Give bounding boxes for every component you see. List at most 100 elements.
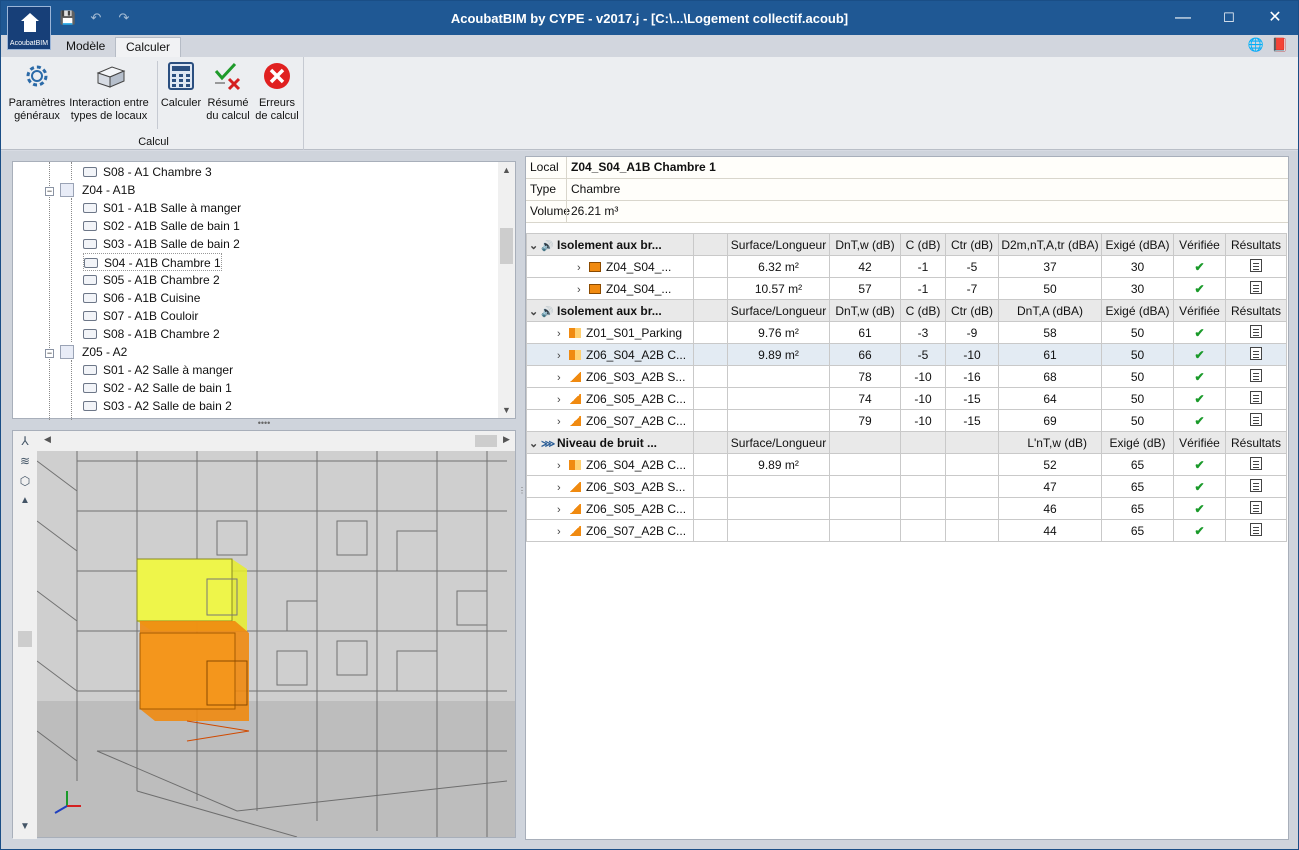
- 3d-building-view[interactable]: [36, 451, 515, 838]
- axes-icon[interactable]: ⅄: [13, 431, 37, 451]
- results-icon[interactable]: [1250, 500, 1262, 514]
- results-icon[interactable]: [1250, 368, 1262, 382]
- table-row[interactable]: › Z06_S07_A2B C... 44 65 ✔: [526, 519, 1287, 542]
- chevron-down-icon[interactable]: ⌄: [529, 239, 541, 252]
- row-name[interactable]: › Z06_S05_A2B C...: [526, 387, 694, 410]
- interaction-types-button[interactable]: Interaction entre types de locaux: [67, 61, 151, 123]
- table-row-highlighted[interactable]: › Z06_S04_A2B C... 9.89 m² 66 -5 -10 61 5…: [526, 343, 1287, 366]
- results-cell[interactable]: [1225, 409, 1287, 432]
- results-icon[interactable]: [1250, 280, 1262, 294]
- erreurs-calcul-button[interactable]: Erreurs de calcul: [253, 61, 301, 123]
- results-cell[interactable]: [1225, 343, 1287, 366]
- tree-item[interactable]: S06 - A1B Cuisine: [83, 289, 200, 307]
- cube-icon[interactable]: ⬡: [13, 471, 37, 491]
- results-cell[interactable]: [1225, 321, 1287, 344]
- chevron-right-icon[interactable]: ›: [557, 460, 569, 472]
- minimize-button[interactable]: —: [1160, 1, 1206, 35]
- chevron-right-icon[interactable]: ›: [577, 262, 589, 274]
- view-scrollbar-thumb[interactable]: [18, 631, 32, 647]
- row-name[interactable]: › Z06_S03_A2B S...: [526, 475, 694, 498]
- tree-item[interactable]: S08 - A1B Chambre 2: [83, 325, 220, 343]
- results-cell[interactable]: [1225, 475, 1287, 498]
- tree-item[interactable]: S07 - A1B Couloir: [83, 307, 198, 325]
- results-icon[interactable]: [1250, 478, 1262, 492]
- section-header-aerien[interactable]: ⌄ 🔊 Isolement aux br... Surface/Longueur D…: [526, 233, 1287, 256]
- scroll-down-icon[interactable]: ▼: [13, 817, 37, 837]
- results-icon[interactable]: [1250, 390, 1262, 404]
- chevron-right-icon[interactable]: ›: [557, 372, 569, 384]
- results-cell[interactable]: [1225, 365, 1287, 388]
- results-icon[interactable]: [1250, 412, 1262, 426]
- section-header-impact[interactable]: ⌄ ⋙ Niveau de bruit ... Surface/Longueur L…: [526, 431, 1287, 454]
- results-cell[interactable]: [1225, 255, 1287, 278]
- scroll-down-icon[interactable]: ▼: [498, 405, 515, 415]
- results-cell[interactable]: [1225, 497, 1287, 520]
- tab-modele[interactable]: Modèle: [56, 37, 115, 57]
- resume-calcul-button[interactable]: Résumé du calcul: [205, 61, 251, 123]
- horizontal-splitter[interactable]: ••••: [12, 419, 516, 429]
- row-name[interactable]: › Z06_S07_A2B C...: [526, 519, 694, 542]
- table-row[interactable]: › Z06_S03_A2B S... 78 -10 -16 68 50 ✔: [526, 365, 1287, 388]
- chevron-right-icon[interactable]: ›: [557, 350, 569, 362]
- scrollbar-thumb[interactable]: [500, 228, 513, 264]
- calculer-button[interactable]: Calculer: [159, 61, 203, 110]
- results-cell[interactable]: [1225, 387, 1287, 410]
- results-icon[interactable]: [1250, 258, 1262, 272]
- tree-item[interactable]: S08 - A1 Chambre 3: [83, 163, 212, 181]
- results-cell[interactable]: [1225, 453, 1287, 476]
- parametres-generaux-button[interactable]: Paramètres généraux: [7, 61, 67, 123]
- row-name[interactable]: › Z04_S04_...: [526, 277, 694, 300]
- chevron-right-icon[interactable]: ›: [557, 328, 569, 340]
- row-name[interactable]: › Z06_S03_A2B S...: [526, 365, 694, 388]
- section-title[interactable]: ⌄ 🔊 Isolement aux br...: [526, 299, 694, 322]
- scroll-left-icon[interactable]: ◀: [39, 434, 56, 445]
- chevron-right-icon[interactable]: ›: [557, 504, 569, 516]
- section-title[interactable]: ⌄ 🔊 Isolement aux br...: [526, 233, 694, 256]
- table-row[interactable]: › Z01_S01_Parking 9.76 m² 61 -3 -9 58 50 …: [526, 321, 1287, 344]
- tree-item-selected[interactable]: S04 - A1B Chambre 1: [83, 253, 222, 271]
- results-cell[interactable]: [1225, 277, 1287, 300]
- collapse-icon[interactable]: −: [45, 349, 54, 358]
- row-name[interactable]: › Z04_S04_...: [526, 255, 694, 278]
- close-button[interactable]: ✕: [1252, 1, 1298, 35]
- tree-item-zone[interactable]: − Z04 - A1B: [45, 181, 135, 199]
- tab-calculer[interactable]: Calculer: [115, 37, 182, 57]
- results-icon[interactable]: [1250, 346, 1262, 360]
- tree-item[interactable]: S05 - A1B Chambre 2: [83, 271, 220, 289]
- table-row[interactable]: › Z06_S07_A2B C... 79 -10 -15 69 50 ✔: [526, 409, 1287, 432]
- chevron-right-icon[interactable]: ›: [557, 416, 569, 428]
- table-row[interactable]: › Z06_S05_A2B C... 46 65 ✔: [526, 497, 1287, 520]
- section-header-interieur[interactable]: ⌄ 🔊 Isolement aux br... Surface/Longueur D…: [526, 299, 1287, 322]
- globe-icon[interactable]: 🌐: [1248, 37, 1264, 53]
- collapse-icon[interactable]: −: [45, 187, 54, 196]
- tree-item[interactable]: S01 - A2 Salle à manger: [83, 361, 233, 379]
- chevron-down-icon[interactable]: ⌄: [529, 437, 541, 450]
- tree-item[interactable]: S02 - A2 Salle de bain 1: [83, 379, 232, 397]
- tree-item[interactable]: S02 - A1B Salle de bain 1: [83, 217, 240, 235]
- results-cell[interactable]: [1225, 519, 1287, 542]
- table-row[interactable]: › Z04_S04_... 10.57 m² 57 -1 -7 50 30 ✔: [526, 277, 1287, 300]
- book-icon[interactable]: 📕: [1272, 37, 1288, 53]
- table-row[interactable]: › Z06_S05_A2B C... 74 -10 -15 64 50 ✔: [526, 387, 1287, 410]
- chevron-down-icon[interactable]: ⌄: [529, 305, 541, 318]
- row-name[interactable]: › Z06_S07_A2B C...: [526, 409, 694, 432]
- chevron-right-icon[interactable]: ›: [557, 394, 569, 406]
- tree-item[interactable]: S01 - A1B Salle à manger: [83, 199, 241, 217]
- tree-item[interactable]: S03 - A1B Salle de bain 2: [83, 235, 240, 253]
- chevron-right-icon[interactable]: ›: [577, 284, 589, 296]
- row-name[interactable]: › Z06_S05_A2B C...: [526, 497, 694, 520]
- section-title[interactable]: ⌄ ⋙ Niveau de bruit ...: [526, 431, 694, 454]
- chevron-right-icon[interactable]: ›: [557, 482, 569, 494]
- row-name[interactable]: › Z06_S04_A2B C...: [526, 343, 694, 366]
- table-row[interactable]: › Z04_S04_... 6.32 m² 42 -1 -5 37 30 ✔: [526, 255, 1287, 278]
- app-logo[interactable]: AcoubatBIM: [7, 6, 51, 50]
- row-name[interactable]: › Z01_S01_Parking: [526, 321, 694, 344]
- results-icon[interactable]: [1250, 522, 1262, 536]
- scroll-up-icon[interactable]: ▲: [498, 165, 515, 175]
- scroll-up-icon[interactable]: ▲: [13, 491, 37, 511]
- view-hscrollbar[interactable]: ◀ ▶: [37, 431, 515, 451]
- chevron-right-icon[interactable]: ›: [557, 526, 569, 538]
- scroll-right-icon[interactable]: ▶: [498, 434, 515, 445]
- vertical-splitter[interactable]: ⋮: [518, 486, 526, 495]
- table-row[interactable]: › Z06_S04_A2B C... 9.89 m² 52 65 ✔: [526, 453, 1287, 476]
